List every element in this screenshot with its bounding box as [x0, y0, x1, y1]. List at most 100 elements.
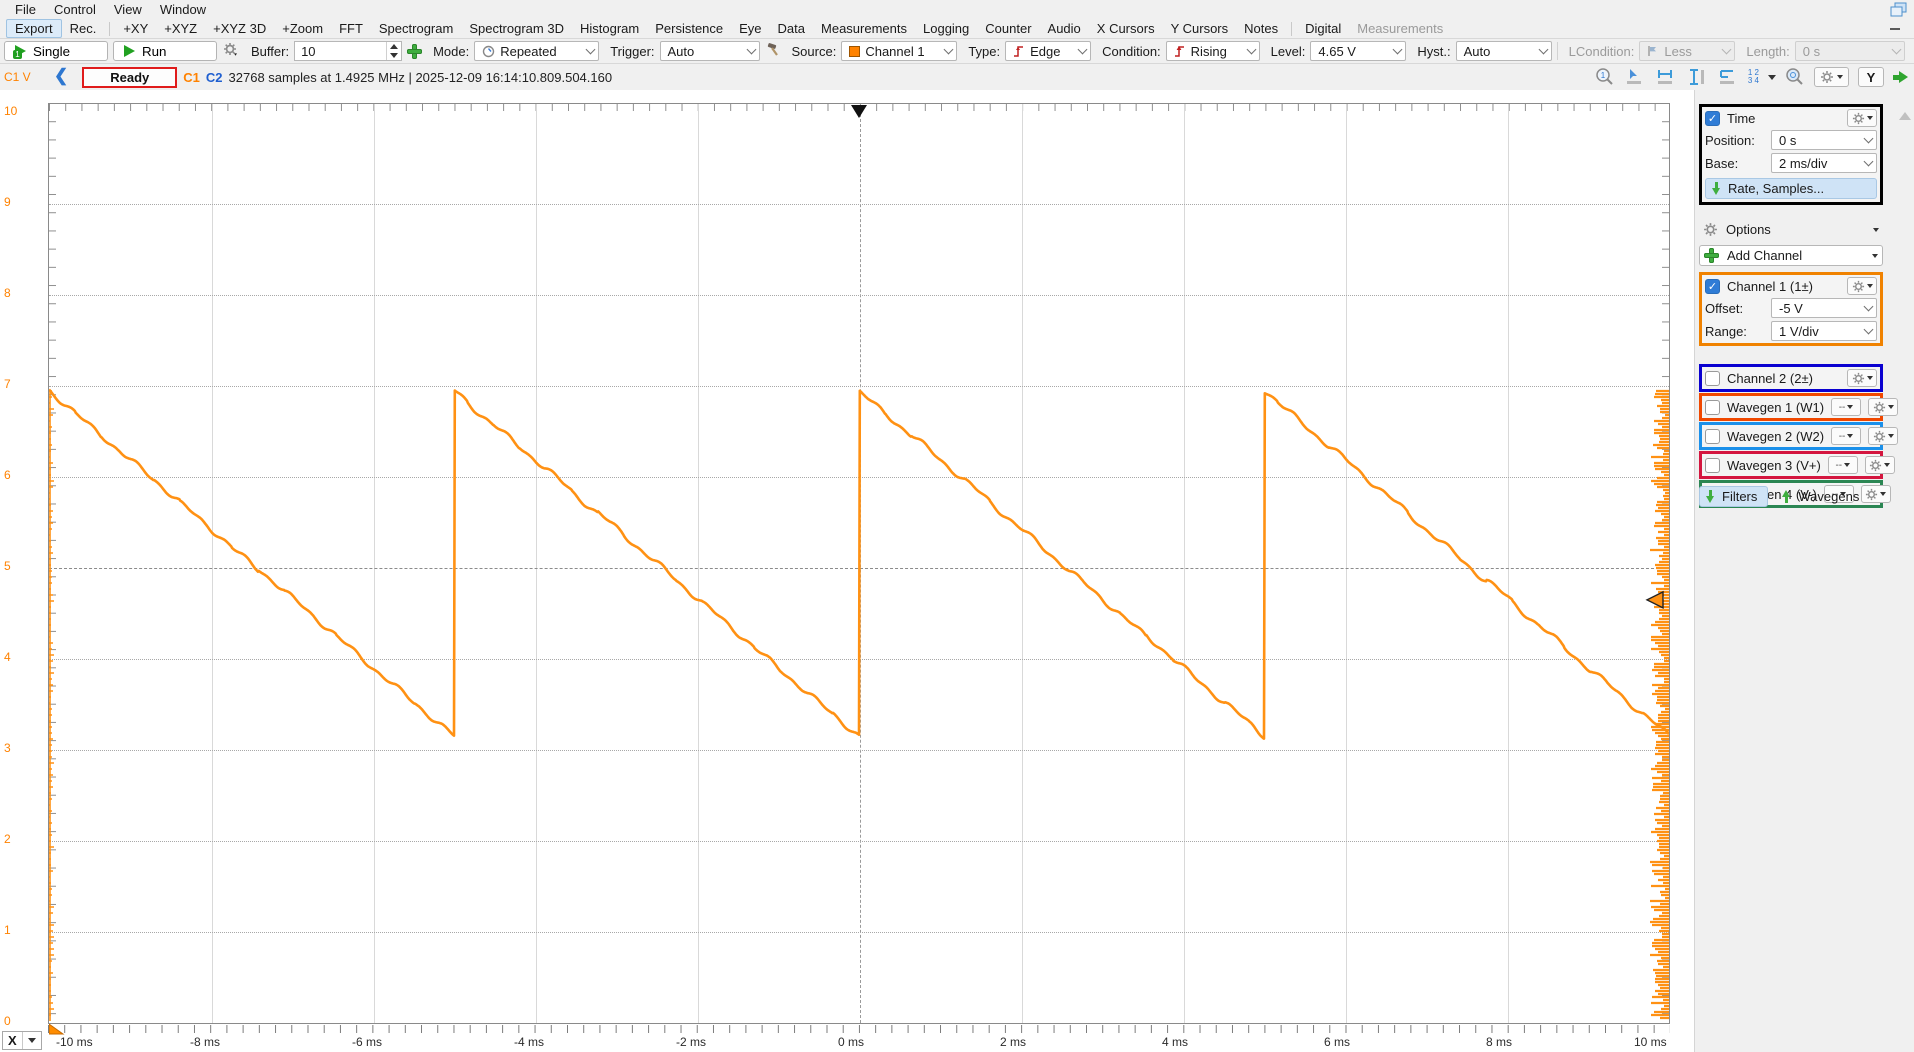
channel-2-2-gear-button[interactable]: [1847, 369, 1877, 387]
wavegen-1-w1-mode-button[interactable]: --: [1831, 398, 1861, 416]
view-item-rec[interactable]: Rec.: [62, 20, 105, 37]
pointer-measure-icon[interactable]: [1624, 67, 1646, 87]
trigger-position-marker[interactable]: [851, 105, 867, 118]
collapse-left-icon[interactable]: ❮: [54, 66, 68, 86]
hysteresis-select[interactable]: Auto: [1456, 41, 1552, 61]
channel-label: Wavegen 2 (W2): [1727, 429, 1824, 444]
menu-item-view[interactable]: View: [105, 1, 151, 18]
channel-1-1-range-select[interactable]: 1 V/div: [1771, 321, 1877, 341]
y-tick-label: 8: [4, 286, 44, 300]
view-item-audio[interactable]: Audio: [1040, 20, 1089, 37]
wavegen-2-w2-mode-button[interactable]: --: [1831, 427, 1861, 445]
view-item-notes[interactable]: Notes: [1236, 20, 1286, 37]
level-select[interactable]: 4.65 V: [1310, 41, 1406, 61]
rate-samples-button[interactable]: Rate, Samples...: [1705, 178, 1877, 199]
view-item-zoom[interactable]: +Zoom: [274, 20, 331, 37]
channel-1-1-gear-button[interactable]: [1847, 277, 1877, 295]
view-item-data[interactable]: Data: [770, 20, 813, 37]
cascade-windows-icon[interactable]: [1888, 1, 1910, 18]
view-item-persistence[interactable]: Persistence: [647, 20, 731, 37]
c2-tab[interactable]: C2: [206, 70, 223, 85]
view-item-digital[interactable]: Digital: [1297, 20, 1349, 37]
view-item-y-cursors[interactable]: Y Cursors: [1163, 20, 1237, 37]
green-down-arrow-icon: [1712, 182, 1720, 195]
time-gear-button[interactable]: [1847, 109, 1877, 127]
wavegen-1-w1-gear-button[interactable]: [1868, 398, 1898, 416]
wavegen-2-w2-gear-button[interactable]: [1868, 427, 1898, 445]
position-select[interactable]: 0 s: [1771, 130, 1877, 150]
scroll-up-icon[interactable]: [1899, 112, 1911, 120]
edge-measure-icon[interactable]: [1717, 67, 1739, 87]
type-select[interactable]: Edge: [1005, 41, 1091, 61]
view-item-logging[interactable]: Logging: [915, 20, 977, 37]
horizontal-measure-icon[interactable]: [1655, 67, 1677, 87]
run-button[interactable]: Run: [113, 41, 217, 61]
scope-plot[interactable]: 109876543210 -10 ms-8 ms-6 ms-4 ms-2 ms0…: [0, 90, 1694, 1052]
collapse-handle[interactable]: [1890, 28, 1900, 30]
mode-select[interactable]: Repeated: [474, 41, 599, 61]
y-axis-button[interactable]: Y: [1858, 67, 1884, 87]
channel-2-2-checkbox[interactable]: [1705, 371, 1720, 386]
view-item-eye[interactable]: Eye: [731, 20, 769, 37]
expand-right-icon[interactable]: [1893, 71, 1908, 83]
type-label: Type:: [968, 44, 1000, 59]
active-axis-label[interactable]: C1 V: [4, 70, 44, 84]
spinner-arrows[interactable]: [386, 42, 401, 60]
x-axis-button[interactable]: X: [2, 1031, 42, 1050]
waveform-svg: [49, 104, 1669, 1023]
vertical-measure-icon[interactable]: [1686, 67, 1708, 87]
offset-label: Offset:: [1705, 301, 1767, 316]
view-item-x-cursors[interactable]: X Cursors: [1089, 20, 1163, 37]
options-row[interactable]: Options: [1699, 220, 1883, 239]
view-item-spectrogram-3d[interactable]: Spectrogram 3D: [461, 20, 572, 37]
acquisition-gear-icon[interactable]: [222, 42, 240, 61]
plot-settings-button[interactable]: [1814, 67, 1849, 87]
channel-1-1-checkbox[interactable]: ✓: [1705, 279, 1720, 294]
trigger-level-marker[interactable]: [1647, 592, 1663, 608]
zoom-icon[interactable]: [1785, 67, 1805, 87]
quad-view-icon[interactable]: 1 23 4: [1748, 69, 1759, 85]
menu-item-control[interactable]: Control: [45, 1, 105, 18]
trigger-select[interactable]: Auto: [660, 41, 760, 61]
channel-1-1-offset-select[interactable]: -5 V: [1771, 298, 1877, 318]
source-select[interactable]: Channel 1: [841, 41, 957, 61]
view-item-export[interactable]: Export: [6, 19, 62, 38]
zoom-1-icon[interactable]: 1: [1595, 67, 1615, 87]
wavegen-3-v-mode-button[interactable]: --: [1828, 456, 1858, 474]
menu-item-file[interactable]: File: [6, 1, 45, 18]
view-item-counter[interactable]: Counter: [977, 20, 1039, 37]
time-checkbox[interactable]: ✓: [1705, 111, 1720, 126]
view-item-fft[interactable]: FFT: [331, 20, 371, 37]
view-item-histogram[interactable]: Histogram: [572, 20, 647, 37]
view-item-xyz[interactable]: +XYZ: [156, 20, 205, 37]
run-play-icon: [124, 45, 135, 57]
add-icon[interactable]: [407, 44, 422, 59]
wavegen-3-v-checkbox[interactable]: [1705, 458, 1720, 473]
wavegens-button[interactable]: Wavegens: [1776, 487, 1865, 506]
panel-scrollbar[interactable]: [1898, 98, 1912, 1044]
hammer-icon[interactable]: [765, 43, 781, 60]
base-select[interactable]: 2 ms/div: [1771, 153, 1877, 173]
control-panel: ✓ Time Position: 0 s Base: 2 ms/div Ra: [1694, 90, 1914, 1052]
wavegen-2-w2-checkbox[interactable]: [1705, 429, 1720, 444]
wavegen-1-w1-checkbox[interactable]: [1705, 400, 1720, 415]
wavegen-3-v-gear-button[interactable]: [1865, 456, 1895, 474]
condition-value: Rising: [1191, 44, 1243, 59]
view-item-xyz-3d[interactable]: +XYZ 3D: [205, 20, 274, 37]
measure-dropdown-icon[interactable]: [1768, 75, 1776, 80]
view-item-xy[interactable]: +XY: [115, 20, 156, 37]
c1-tab[interactable]: C1: [183, 70, 200, 85]
ground-marker-icon[interactable]: [49, 1024, 65, 1035]
filters-button[interactable]: Filters: [1699, 486, 1768, 507]
length-select[interactable]: 0 s: [1795, 41, 1905, 61]
single-button[interactable]: 1 Single: [4, 41, 108, 61]
plot-canvas[interactable]: [48, 103, 1670, 1024]
buffer-spinner[interactable]: 10: [294, 41, 402, 61]
lcondition-select[interactable]: Less: [1639, 41, 1735, 61]
view-item-spectrogram[interactable]: Spectrogram: [371, 20, 461, 37]
lcondition-label: LCondition:: [1569, 44, 1635, 59]
menu-item-window[interactable]: Window: [151, 1, 215, 18]
view-item-measurements[interactable]: Measurements: [813, 20, 915, 37]
add-channel-button[interactable]: Add Channel: [1699, 245, 1883, 266]
condition-select[interactable]: Rising: [1166, 41, 1260, 61]
